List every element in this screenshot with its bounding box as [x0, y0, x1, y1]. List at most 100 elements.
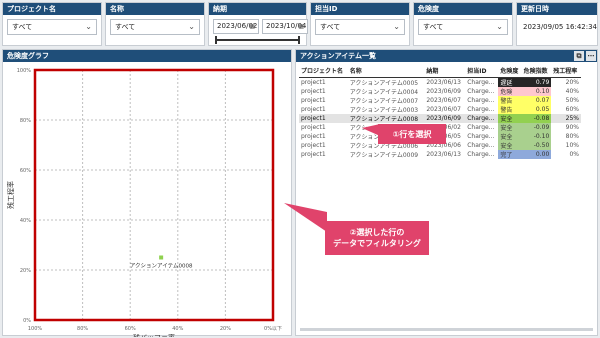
data-point[interactable]: [159, 255, 164, 260]
updated-label: 更新日時: [517, 3, 597, 15]
owner-cell: Charge...: [467, 78, 495, 86]
focus-mode-icon[interactable]: ⧉: [574, 51, 584, 61]
name-cell: アクションアイテム0007: [349, 97, 419, 105]
name-cell: アクションアイテム0004: [349, 88, 419, 96]
col-risk-header[interactable]: 危険度: [498, 65, 522, 78]
y-tick-label: 60%: [20, 168, 31, 174]
x-axis-label: 残バッファ率: [133, 333, 175, 337]
chevron-down-icon: ⌄: [85, 22, 92, 31]
index-cell: -0.08: [521, 113, 552, 123]
index-cell: -0.10: [521, 131, 552, 141]
risk-cell: 安全: [498, 113, 522, 123]
x-tick-label: 0%以下: [264, 326, 282, 332]
col-index-header[interactable]: 危険指数: [521, 65, 552, 78]
risk-dropdown[interactable]: すべて ⌄: [418, 19, 508, 35]
owner-cell: Charge...: [465, 113, 499, 123]
x-tick-label: 100%: [28, 326, 43, 332]
index-cell: -0.09: [521, 122, 552, 132]
action-item-table: プロジェクト名 名称 納期 担当ID 危険度 危険指数 残工程率 project1 アクション…: [299, 65, 581, 159]
risk-cell: 安全: [498, 122, 522, 132]
y-tick-label: 0%: [23, 318, 31, 324]
project-dropdown[interactable]: すべて ⌄: [7, 19, 97, 35]
y-axis-label: 残工程率: [6, 181, 15, 209]
date-cell: 2023/06/09: [424, 113, 466, 123]
project-cell: project1: [301, 87, 326, 95]
calendar-icon[interactable]: ▦: [298, 20, 304, 33]
slider-handle-start[interactable]: [215, 36, 217, 44]
remain-cell: 80%: [565, 132, 579, 140]
table-row[interactable]: project1 アクションアイテム0005 2023/06/13 Charge...…: [299, 77, 581, 87]
plot-border: [33, 68, 275, 322]
risk-scatter-chart[interactable]: 100% 80% 60% 40% 20% 0%以下 100% 80% 60% 40% 20% 0% 残バ…: [3, 62, 293, 337]
table-header-row: プロジェクト名 名称 納期 担当ID 危険度 危険指数 残工程率: [299, 65, 581, 78]
owner-cell: Charge...: [467, 141, 495, 149]
calendar-icon[interactable]: ▦: [249, 20, 255, 33]
index-cell: -0.50: [521, 140, 552, 150]
y-tick-label: 100%: [17, 68, 32, 74]
date-cell: 2023/06/13: [426, 150, 461, 158]
filter-owner-label: 担当ID: [311, 3, 409, 15]
date-cell: 2023/06/09: [426, 87, 461, 95]
name-dropdown[interactable]: すべて ⌄: [110, 19, 200, 35]
project-cell: project1: [301, 141, 326, 149]
col-date-header[interactable]: 納期: [424, 65, 466, 78]
filter-project-label: プロジェクト名: [3, 3, 101, 15]
chevron-down-icon: ⌄: [496, 22, 503, 31]
table-row[interactable]: project1 アクションアイテム0003 2023/06/07 Charge...…: [299, 104, 581, 114]
risk-cell: 危険: [498, 86, 522, 96]
table-row[interactable]: project1 アクションアイテム0008 2023/06/09 Charge...…: [299, 113, 581, 123]
col-project-header[interactable]: プロジェクト名: [299, 65, 348, 78]
x-tick-label: 40%: [172, 326, 183, 332]
date-range-slider[interactable]: [215, 36, 300, 44]
index-cell: 0.05: [521, 104, 552, 114]
owner-cell: Charge...: [467, 96, 495, 104]
x-tick-label: 60%: [125, 326, 136, 332]
project-cell: project1: [301, 150, 326, 158]
x-tick-label: 20%: [220, 326, 231, 332]
name-cell: アクションアイテム0008: [347, 113, 425, 123]
owner-cell: Charge...: [467, 123, 495, 131]
y-tick-label: 20%: [20, 268, 31, 274]
date-cell: 2023/06/07: [426, 96, 461, 104]
owner-cell: Charge...: [467, 132, 495, 140]
y-tick-label: 80%: [20, 118, 31, 124]
name-cell: アクションアイテム0009: [349, 151, 419, 159]
table-panel-header: アクションアイテム一覧 ⧉ ⋯: [296, 50, 597, 62]
filter-deadline-label: 納期: [209, 3, 306, 15]
table-row[interactable]: project1 アクションアイテム0007 2023/06/07 Charge...…: [299, 95, 581, 105]
action-item-panel: アクションアイテム一覧 ⧉ ⋯ プロジェクト名 名称 納期 担当ID 危険度 危険指数 残工…: [295, 49, 598, 336]
callout-filter-data: ②選択した行の データでフィルタリング: [325, 221, 429, 255]
project-cell: project1: [301, 132, 326, 140]
date-to-input[interactable]: 2023/10/04 ▦: [262, 19, 308, 34]
index-cell: 0.79: [521, 77, 552, 87]
owner-cell: Charge...: [467, 150, 495, 158]
data-point-label: アクションアイテム0008: [130, 263, 193, 270]
filter-name: 名称 すべて ⌄: [105, 2, 205, 46]
col-name-header[interactable]: 名称: [347, 65, 425, 78]
project-cell: project1: [301, 123, 326, 131]
remain-cell: 90%: [565, 123, 579, 131]
table-row[interactable]: project1 アクションアイテム0009 2023/06/13 Charge...…: [299, 149, 581, 159]
risk-cell: 安全: [498, 131, 522, 141]
horizontal-scrollbar[interactable]: [300, 328, 593, 331]
more-options-icon[interactable]: ⋯: [586, 51, 596, 61]
risk-cell: 警告: [498, 104, 522, 114]
col-owner-header[interactable]: 担当ID: [465, 65, 499, 78]
slider-handle-end[interactable]: [298, 36, 300, 44]
owner-cell: Charge...: [467, 105, 495, 113]
date-from-input[interactable]: 2023/06/02 ▦: [213, 19, 259, 34]
risk-chart-panel: 危険度グラフ 100% 80% 60% 40% 20% 0%以下 100% 80% 60% 40%…: [2, 49, 293, 337]
filter-project: プロジェクト名 すべて ⌄: [2, 2, 102, 46]
updated-value: 2023/09/05 16:42:34: [523, 23, 598, 31]
filter-risk: 危険度 すべて ⌄: [413, 2, 513, 46]
project-cell: project1: [301, 96, 326, 104]
owner-dropdown[interactable]: すべて ⌄: [315, 19, 405, 35]
remain-cell: 25%: [551, 113, 581, 123]
owner-cell: Charge...: [467, 87, 495, 95]
x-tick-label: 80%: [77, 326, 88, 332]
table-row[interactable]: project1 アクションアイテム0004 2023/06/09 Charge...…: [299, 86, 581, 96]
filter-deadline: 納期 2023/06/02 ▦ 2023/10/04 ▦: [208, 2, 308, 46]
project-cell: project1: [299, 113, 348, 123]
col-remain-header[interactable]: 残工程率: [551, 65, 581, 78]
name-cell: アクションアイテム0005: [349, 79, 419, 87]
